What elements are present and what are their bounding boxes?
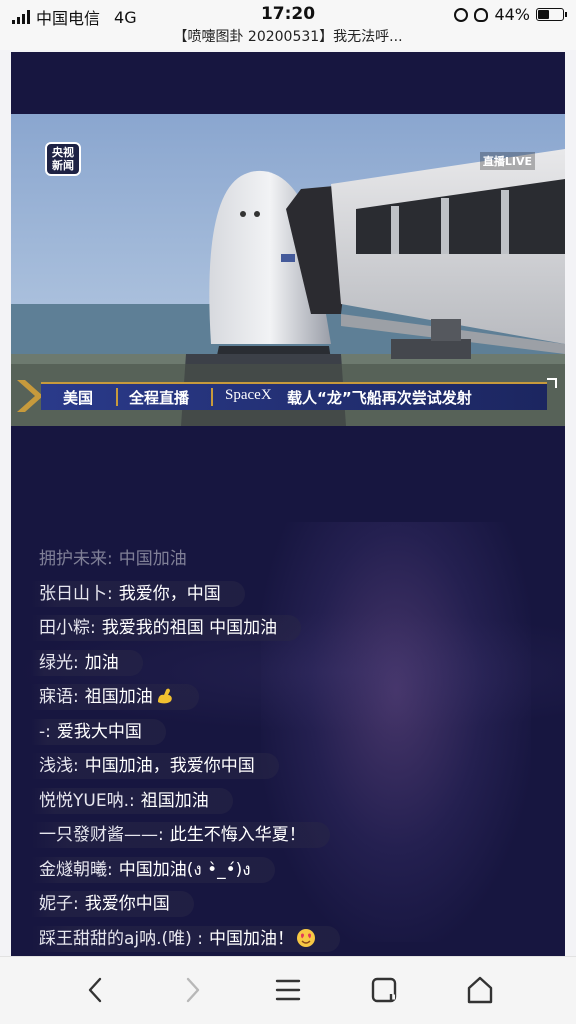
comment-bubble: 浅浅: 中国加油，我爱你中国: [31, 753, 279, 779]
alarm-icon: [474, 7, 489, 22]
comment-item: 拥护未来: 中国加油: [31, 542, 551, 577]
comment-username: 张日山卜: [39, 583, 107, 604]
comment-username: 妮子: [39, 894, 73, 914]
live-tag: 直播LIVE: [479, 152, 535, 170]
banner-divider: [211, 388, 213, 406]
comment-username: 拥护未来: [39, 549, 107, 569]
muscle-emoji-icon: [157, 688, 172, 704]
menu-icon: [275, 979, 301, 1001]
comment-separator: :: [158, 825, 164, 845]
status-bar: 中国电信 4G 17:20 44%: [0, 0, 576, 30]
fullscreen-corner-icon: [547, 378, 557, 388]
comment-item: 张日山卜: 我爱你，中国: [31, 577, 551, 612]
comment-text: 此生不悔入华夏！: [169, 825, 306, 845]
comment-text: 我爱你，中国: [118, 583, 221, 604]
back-icon: [88, 977, 102, 1003]
comment-username: 绿光: [39, 652, 73, 673]
news-banner: 美国 全程直播 SpaceX 载人“龙”飞船再次尝试发射: [11, 374, 565, 416]
banner-brand: SpaceX: [225, 387, 272, 403]
comment-bubble: 妮子: 我爱你中国: [31, 891, 194, 917]
page-content: 央视新闻 直播LIVE 美国 全程直播 SpaceX 载人“龙”飞船再次尝试发射…: [0, 50, 576, 956]
comment-item: 寐语: 祖国加油: [31, 680, 551, 715]
comment-list: 拥护未来: 中国加油 张日山卜: 我爱你，中国 田小粽: 我爱我的祖国 中国加油 绿光: 加油…: [31, 542, 551, 956]
comment-text: 我爱你中国: [84, 894, 170, 914]
comment-separator: :: [45, 721, 51, 742]
banner-type: 全程直播: [129, 389, 190, 407]
comment-username: 踩王甜甜的aj呐.(唯): [39, 928, 192, 949]
comment-text: 爱我大中国: [56, 721, 142, 742]
comment-text: 中国加油！: [208, 928, 294, 949]
comment-bubble: 踩王甜甜的aj呐.(唯) : 中国加油！: [31, 925, 340, 952]
comment-item: 绿光: 加油: [31, 646, 551, 681]
comment-bubble: 张日山卜: 我爱你，中国: [31, 580, 245, 607]
battery-icon: [536, 8, 567, 21]
comment-item: 金燧朝曦: 中国加油(ง •̀_•́)ง: [31, 853, 551, 888]
comment-separator: :: [107, 549, 113, 569]
comment-separator: :: [73, 687, 79, 707]
comment-separator: :: [73, 652, 79, 673]
comment-separator: :: [107, 583, 113, 604]
page-title: 【喷嚏图卦 20200531】我无法呼...: [173, 29, 403, 45]
page-title-bar[interactable]: 【喷嚏图卦 20200531】我无法呼...: [0, 28, 576, 50]
comment-username: 浅浅: [39, 756, 73, 776]
comment-item: -: 爱我大中国: [31, 715, 551, 750]
comment-text: 我爱我的祖国 中国加油: [101, 618, 278, 638]
status-right: 44%: [454, 5, 567, 24]
comment-separator: :: [128, 790, 135, 811]
comment-bubble: 绿光: 加油: [31, 649, 143, 676]
comment-text: 祖国加油: [84, 687, 153, 707]
comment-item: 悦悦YUE呐.: 祖国加油: [31, 784, 551, 819]
comment-username: 金燧朝曦: [39, 859, 107, 880]
forward-icon: [186, 977, 200, 1003]
menu-button[interactable]: [268, 973, 308, 1007]
comment-bubble: -: 爱我大中国: [31, 718, 166, 745]
comment-item: 踩王甜甜的aj呐.(唯) : 中国加油！: [31, 922, 551, 957]
comment-separator: :: [90, 618, 96, 638]
tabs-icon: [371, 977, 397, 1003]
comment-item: 浅浅: 中国加油，我爱你中国: [31, 749, 551, 784]
home-icon: [467, 976, 493, 1004]
comment-separator: :: [73, 894, 79, 914]
comment-username: 田小粽: [39, 618, 90, 638]
comment-separator: :: [73, 756, 79, 776]
banner-headline: 载人“龙”飞船再次尝试发射: [287, 389, 472, 407]
comment-text: 加油: [84, 652, 119, 673]
comment-bubble: 一只發财酱——: 此生不悔入华夏！: [31, 822, 330, 848]
comment-username: 寐语: [39, 687, 73, 707]
comment-item: 田小粽: 我爱我的祖国 中国加油: [31, 611, 551, 646]
live-stream-screenshot: 央视新闻 直播LIVE 美国 全程直播 SpaceX 载人“龙”飞船再次尝试发射…: [11, 52, 565, 956]
tabs-button[interactable]: [364, 973, 404, 1007]
comment-text: 中国加油，我爱你中国: [84, 756, 255, 776]
rotation-lock-icon: [454, 7, 469, 22]
comment-bubble: 悦悦YUE呐.: 祖国加油: [31, 787, 233, 814]
comment-bubble: 寐语: 祖国加油: [31, 684, 199, 710]
banner-divider: [116, 388, 118, 406]
comment-item: 妮子: 我爱你中国: [31, 887, 551, 922]
comment-text: 中国加油(ง •̀_•́)ง: [118, 859, 251, 880]
forward-button[interactable]: [172, 973, 212, 1007]
video-frame[interactable]: 央视新闻 直播LIVE 美国 全程直播 SpaceX 载人“龙”飞船再次尝试发射: [11, 114, 565, 426]
browser-nav-bar: [0, 956, 576, 1024]
comment-text: 祖国加油: [140, 790, 209, 811]
comment-separator: :: [191, 928, 203, 949]
comment-bubble: 田小粽: 我爱我的祖国 中国加油: [31, 615, 302, 641]
comment-bubble: 拥护未来: 中国加油: [31, 546, 211, 572]
comment-text: 中国加油: [118, 549, 187, 569]
comment-bubble: 金燧朝曦: 中国加油(ง •̀_•́)ง: [31, 856, 275, 883]
comment-item: 一只發财酱——: 此生不悔入华夏！: [31, 818, 551, 853]
battery-percent: 44%: [494, 5, 530, 24]
heart-face-emoji-icon: [296, 928, 315, 947]
comment-username: 悦悦YUE呐.: [39, 790, 129, 811]
back-button[interactable]: [76, 973, 116, 1007]
cctv-news-logo: 央视新闻: [45, 142, 81, 176]
comment-username: 一只發财酱——: [39, 825, 158, 845]
banner-country: 美国: [63, 389, 94, 407]
comment-separator: :: [107, 859, 113, 880]
home-button[interactable]: [460, 973, 500, 1007]
